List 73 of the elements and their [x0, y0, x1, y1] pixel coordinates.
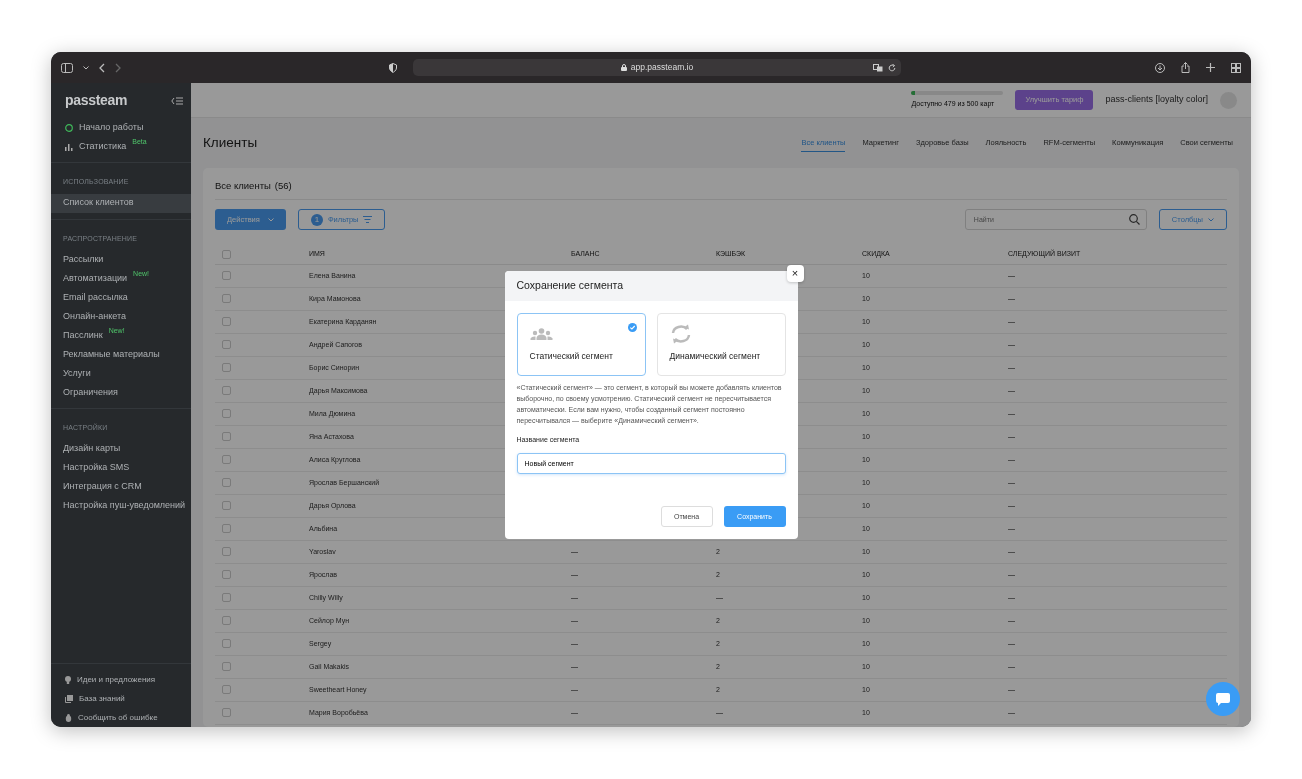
select-all-checkbox[interactable] — [222, 249, 231, 259]
row-checkbox[interactable] — [222, 340, 231, 350]
sidebar-item[interactable]: Рекламные материалы — [51, 345, 191, 364]
search-icon[interactable] — [1128, 214, 1140, 226]
row-checkbox[interactable] — [222, 294, 231, 304]
reload-icon[interactable] — [888, 63, 896, 72]
caret-icon — [267, 217, 274, 222]
sidebar-icon[interactable] — [61, 62, 73, 73]
sidebar-item[interactable]: Интеграция с CRM — [51, 477, 191, 497]
row-checkbox[interactable] — [222, 547, 231, 557]
people-icon — [529, 327, 553, 340]
account-name[interactable]: pass-clients [loyalty color] — [1105, 93, 1208, 107]
help-link[interactable]: База знаний — [51, 689, 191, 708]
segment-option[interactable]: Статический сегмент — [516, 312, 646, 376]
tabs-icon[interactable] — [1231, 62, 1241, 73]
circle-icon — [65, 123, 73, 132]
card-title: Все клиенты — [215, 179, 271, 193]
row-checkbox[interactable] — [222, 685, 231, 695]
filter-count-badge: 1 — [310, 213, 323, 226]
filter-icon — [363, 216, 373, 224]
sidebar-item[interactable]: Ограничения — [51, 383, 191, 402]
row-checkbox[interactable] — [222, 271, 231, 281]
dialog-title: Сохранение сегмента — [516, 277, 624, 293]
row-checkbox[interactable] — [222, 570, 231, 580]
sidebar-item[interactable]: Дизайн карты — [51, 439, 191, 459]
sidebar-item[interactable]: Начало работы — [51, 118, 191, 137]
row-checkbox[interactable] — [222, 524, 231, 534]
row-checkbox[interactable] — [222, 317, 231, 327]
row-checkbox[interactable] — [222, 455, 231, 465]
lock-icon — [620, 64, 627, 71]
help-link[interactable]: Идеи и предложения — [51, 670, 191, 689]
row-checkbox[interactable] — [222, 593, 231, 603]
chevron-down-icon[interactable] — [83, 65, 89, 70]
share-icon[interactable] — [1181, 62, 1190, 73]
check-icon — [627, 322, 637, 332]
row-checkbox[interactable] — [222, 386, 231, 396]
chat-icon — [1215, 691, 1231, 707]
row-checkbox[interactable] — [222, 478, 231, 488]
sidebar-item[interactable]: Онлайн-анкета — [51, 307, 191, 326]
download-icon[interactable] — [1155, 62, 1165, 73]
lightbulb-icon — [65, 675, 71, 684]
translate-icon[interactable] — [873, 63, 883, 72]
collapse-icon[interactable] — [171, 96, 183, 105]
sidebar-item[interactable]: Услуги — [51, 364, 191, 383]
row-checkbox[interactable] — [222, 432, 231, 442]
row-checkbox[interactable] — [222, 616, 231, 626]
sidebar-item[interactable]: Рассылки — [51, 250, 191, 269]
book-icon — [65, 694, 73, 703]
caret-icon — [1208, 217, 1214, 222]
sidebar-item[interactable]: Список клиентов — [51, 193, 191, 213]
address-bar[interactable]: app.passteam.io — [413, 59, 901, 76]
bar-chart-icon — [65, 142, 73, 151]
shield-icon[interactable] — [389, 62, 397, 73]
row-checkbox[interactable] — [222, 363, 231, 373]
back-icon[interactable] — [99, 62, 105, 73]
row-checkbox[interactable] — [222, 639, 231, 649]
row-checkbox[interactable] — [222, 708, 231, 718]
sidebar-item[interactable]: Email рассылка — [51, 288, 191, 307]
row-checkbox[interactable] — [222, 501, 231, 511]
forward-icon[interactable] — [115, 62, 121, 73]
bug-icon — [65, 713, 72, 722]
refresh-icon — [669, 323, 692, 344]
sidebar-item[interactable]: Настройка SMS — [51, 458, 191, 478]
row-checkbox[interactable] — [222, 662, 231, 672]
plus-icon[interactable] — [1206, 63, 1215, 72]
url-text: app.passteam.io — [630, 61, 694, 74]
help-link[interactable]: Сообщить об ошибке — [51, 708, 191, 727]
sidebar-item[interactable]: Настройка пуш-уведомлений — [51, 496, 191, 516]
segment-option[interactable]: Динамический сегмент — [656, 312, 786, 376]
row-checkbox[interactable] — [222, 409, 231, 419]
logo[interactable]: passteam — [65, 90, 128, 111]
client-count: (56) — [274, 179, 292, 193]
page-title: Клиенты — [203, 134, 258, 152]
